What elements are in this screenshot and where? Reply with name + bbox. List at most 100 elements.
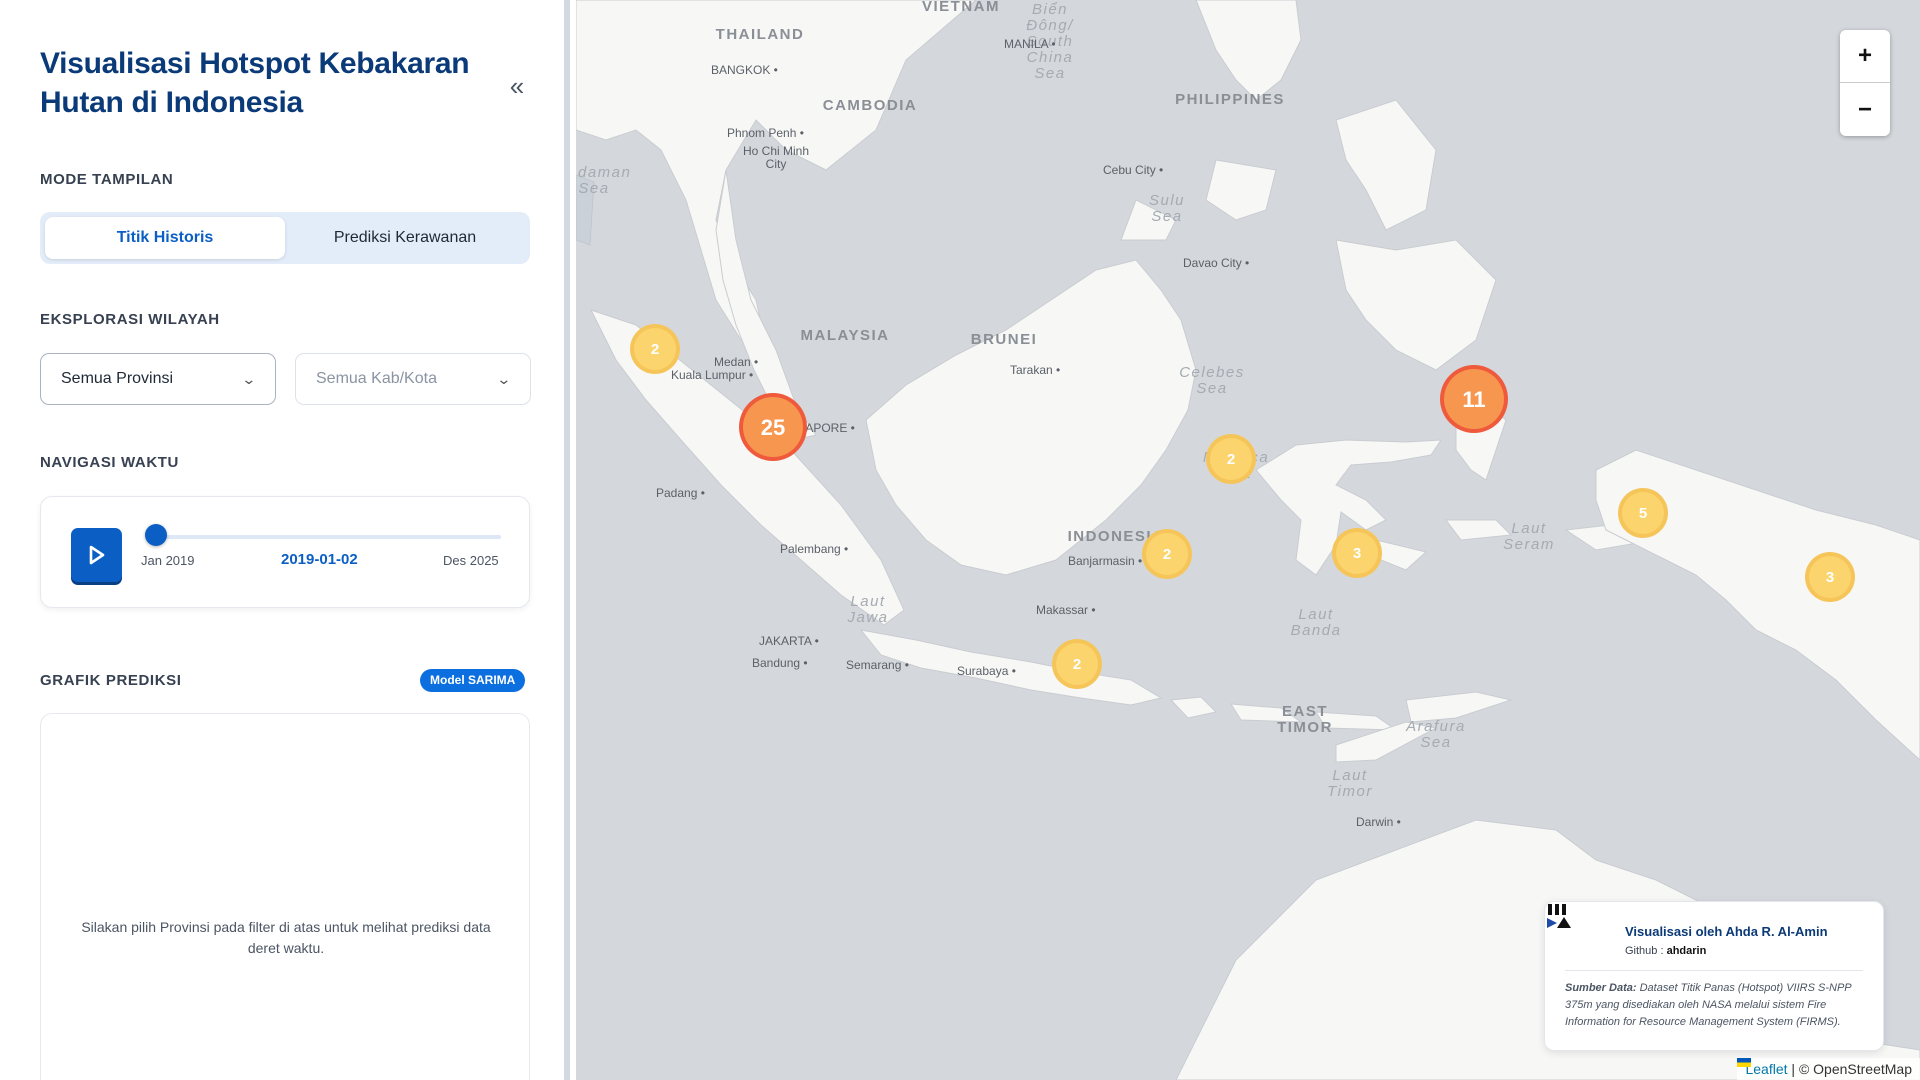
- map-label-sea: China: [1027, 49, 1074, 66]
- map-label-sea: Laut: [850, 593, 885, 610]
- map-label-country: TIMOR: [1277, 719, 1333, 736]
- hotspot-cluster[interactable]: 5: [1618, 488, 1668, 538]
- github-user-link[interactable]: ahdarin: [1667, 945, 1707, 957]
- sidebar: Visualisasi Hotspot Kebakaran Hutan di I…: [0, 0, 570, 1080]
- cluster-count: 11: [1462, 387, 1485, 412]
- map-label-city: City: [766, 157, 787, 171]
- prediction-chart-card: Silakan pilih Provinsi pada filter di at…: [40, 713, 530, 1080]
- map-label-sea: Celebes: [1179, 364, 1245, 381]
- time-section-label: NAVIGASI WAKTU: [40, 454, 179, 471]
- cluster-count: 2: [1163, 546, 1171, 563]
- hotspot-cluster[interactable]: 2: [1206, 434, 1256, 484]
- credit-source: Sumber Data: Dataset Titik Panas (Hotspo…: [1565, 980, 1870, 1031]
- map-label-sea: Seram: [1503, 536, 1555, 553]
- play-button[interactable]: [71, 528, 122, 582]
- cluster-count: 2: [651, 341, 659, 358]
- map-label-city: Medan •: [714, 355, 758, 369]
- time-navigation-card: Jan 2019 2019-01-02 Des 2025: [40, 496, 530, 608]
- map-label-city: Palembang •: [780, 542, 848, 556]
- map-label-city: Davao City •: [1183, 256, 1249, 270]
- map-label-sea: Andaman: [576, 164, 631, 181]
- ukraine-flag-icon: [1737, 1058, 1752, 1067]
- hotspot-cluster[interactable]: 2: [1142, 529, 1192, 579]
- region-section-label: EKSPLORASI WILAYAH: [40, 311, 220, 328]
- cluster-count: 2: [1227, 451, 1235, 468]
- hotspot-cluster[interactable]: 2: [1052, 639, 1102, 689]
- city-select-value: Semua Kab/Kota: [316, 370, 437, 387]
- map-label-city: Semarang •: [846, 658, 909, 672]
- collapse-sidebar-icon[interactable]: «: [500, 72, 534, 100]
- map-label-sea: Laut: [1298, 606, 1333, 623]
- osm-attribution: | © OpenStreetMap: [1791, 1061, 1912, 1077]
- map-label-city: Bandung •: [752, 656, 808, 670]
- credit-source-title: Sumber Data:: [1565, 982, 1637, 994]
- time-slider-track[interactable]: [153, 535, 501, 539]
- model-badge: Model SARIMA: [420, 669, 526, 692]
- zoom-control: + −: [1840, 30, 1890, 136]
- map-label-sea: Sea: [1420, 734, 1451, 751]
- chart-empty-message: Silakan pilih Provinsi pada filter di at…: [81, 919, 491, 956]
- map-label-country: VIETNAM: [922, 0, 1000, 15]
- credit-github: Github : ahdarin: [1625, 945, 1706, 957]
- map-label-city: Phnom Penh •: [727, 126, 804, 140]
- hotspot-cluster[interactable]: 11: [1440, 365, 1508, 433]
- time-current-value: 2019-01-02: [281, 551, 358, 568]
- mode-button-prediksi[interactable]: Prediksi Kerawanan: [285, 217, 525, 259]
- map-label-country: EAST: [1282, 703, 1328, 720]
- hotspot-cluster[interactable]: 2: [630, 324, 680, 374]
- map-label-sea: Sea: [1196, 380, 1227, 397]
- mode-toggle: Titik Historis Prediksi Kerawanan: [40, 212, 530, 264]
- map-label-sea: Jawa: [846, 609, 888, 626]
- map-label-city: MANILA •: [1004, 37, 1056, 51]
- map-label-city: Cebu City •: [1103, 163, 1163, 177]
- chevron-down-icon: ⌄: [496, 370, 512, 387]
- author-logo-icon: [1547, 904, 1571, 928]
- credit-divider: [1565, 970, 1863, 971]
- map-label-sea: Laut: [1332, 767, 1367, 784]
- cluster-count: 2: [1073, 656, 1081, 673]
- cluster-count: 25: [761, 415, 785, 440]
- map-label-sea: Sea: [578, 180, 609, 197]
- map-label-city: Ho Chi Minh: [743, 144, 809, 158]
- credit-card: Visualisasi oleh Ahda R. Al-Amin Github …: [1544, 901, 1884, 1051]
- map-label-country: THAILAND: [716, 26, 805, 43]
- map-label-sea: Arafura: [1405, 718, 1466, 735]
- map-attribution: Leaflet | © OpenStreetMap: [1737, 1058, 1920, 1080]
- map-label-city: Padang •: [656, 486, 705, 500]
- zoom-out-button[interactable]: −: [1840, 83, 1890, 136]
- map-label-sea: Biển: [1032, 1, 1068, 18]
- map-label-sea: Sea: [1034, 65, 1065, 82]
- map-label-city: Kuala Lumpur •: [671, 368, 753, 382]
- time-slider-thumb[interactable]: [145, 524, 168, 546]
- map-label-country: MALAYSIA: [801, 327, 890, 344]
- mode-section-label: MODE TAMPILAN: [40, 171, 174, 188]
- hotspot-cluster[interactable]: 3: [1332, 528, 1382, 578]
- map-label-city: BANGKOK •: [711, 63, 778, 77]
- map-label-city: Surabaya •: [957, 664, 1016, 678]
- map-label-city: Makassar •: [1036, 603, 1096, 617]
- leaflet-link[interactable]: Leaflet: [1745, 1061, 1787, 1077]
- map-label-country: CAMBODIA: [823, 97, 918, 114]
- province-select-value: Semua Provinsi: [61, 370, 174, 387]
- map-label-city: Tarakan •: [1010, 363, 1060, 377]
- map-label-city: Darwin •: [1356, 815, 1401, 829]
- map[interactable]: VIETNAM THAILAND CAMBODIA MALAYSIA BRUNEI PHI…: [576, 0, 1920, 1080]
- hotspot-cluster[interactable]: 25: [739, 393, 807, 461]
- map-label-sea: Laut: [1511, 520, 1546, 537]
- cluster-count: 5: [1639, 505, 1647, 522]
- map-label-sea: Đông/: [1026, 17, 1074, 34]
- city-select[interactable]: Semua Kab/Kota ⌄: [295, 353, 531, 405]
- province-select[interactable]: Semua Provinsi ⌄: [40, 353, 276, 405]
- hotspot-cluster[interactable]: 3: [1805, 552, 1855, 602]
- chevron-down-icon: ⌄: [241, 370, 257, 387]
- cluster-count: 3: [1353, 545, 1361, 562]
- map-label-sea: Sulu: [1149, 192, 1185, 209]
- mode-button-historis[interactable]: Titik Historis: [45, 217, 285, 259]
- map-label-country: PHILIPPINES: [1175, 91, 1285, 108]
- zoom-in-button[interactable]: +: [1840, 30, 1890, 83]
- cluster-count: 3: [1826, 569, 1834, 586]
- time-end-label: Des 2025: [443, 553, 499, 568]
- credit-author: Visualisasi oleh Ahda R. Al-Amin: [1625, 924, 1828, 939]
- map-label-sea: Sea: [1151, 208, 1182, 225]
- page-title: Visualisasi Hotspot Kebakaran Hutan di I…: [40, 47, 470, 119]
